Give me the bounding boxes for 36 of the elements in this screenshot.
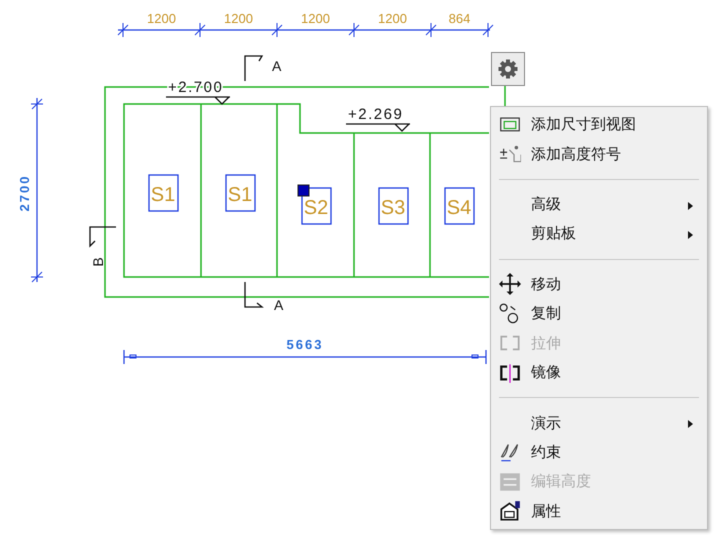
menu-item-icon (499, 441, 521, 464)
menu-item[interactable]: 演示 (493, 408, 705, 438)
section-marker (244, 282, 264, 308)
menu-item-icon (499, 470, 521, 493)
menu-item-icon (499, 273, 521, 296)
menu-item-icon (499, 500, 521, 522)
menu-item[interactable]: 移动 (493, 270, 705, 300)
elevation-label: +2.269 (348, 106, 404, 123)
menu-item-icon (499, 302, 521, 325)
dimension-label: 1200 (224, 11, 253, 26)
menu-item[interactable]: 复制 (493, 299, 705, 328)
menu-item[interactable]: 高级 (493, 190, 705, 220)
elevation-marker (165, 96, 231, 105)
menu-item-icon (499, 362, 521, 384)
leader-line (504, 86, 506, 106)
selection-grip[interactable] (298, 184, 310, 196)
section-marker (244, 55, 264, 81)
settings-icon (498, 59, 518, 79)
dimension-label: 864 (448, 11, 470, 26)
section-label: B (90, 257, 106, 267)
menu-item[interactable]: 镜像 (493, 358, 705, 388)
menu-item[interactable]: 约束 (493, 438, 705, 468)
elevation-marker (345, 123, 411, 132)
dimension-label: 1200 (378, 11, 407, 26)
section-label: A (274, 297, 284, 313)
menu-item[interactable]: 属性 (493, 496, 705, 526)
menu-item[interactable]: 剪贴板 (493, 219, 705, 249)
dimension-label: 1200 (301, 11, 330, 26)
section-label: A (272, 58, 282, 74)
dimension-label: 1200 (147, 11, 176, 26)
settings-button[interactable] (491, 52, 525, 86)
dimension-label: 2700 (17, 174, 32, 212)
dimension-label: 5663 (286, 337, 324, 352)
section-marker (89, 226, 116, 248)
menu-item[interactable]: 添加高度符号 (493, 139, 705, 169)
menu-item[interactable]: 添加尺寸到视图 (493, 110, 705, 140)
